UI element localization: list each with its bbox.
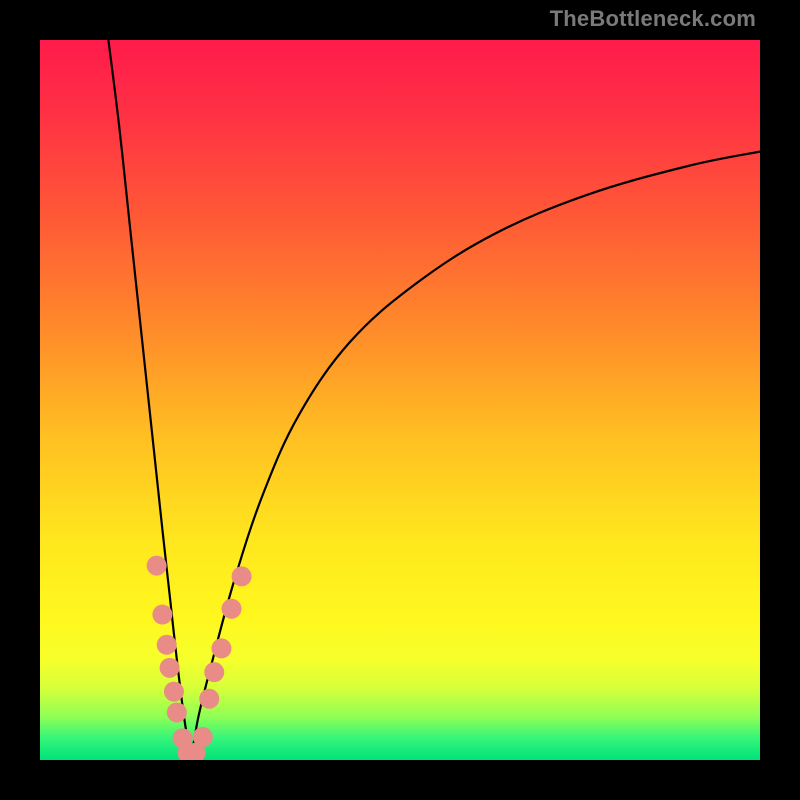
sample-point — [167, 702, 187, 722]
sample-point — [199, 689, 219, 709]
sample-point — [211, 638, 231, 658]
sample-point — [152, 605, 172, 625]
chart-frame: TheBottleneck.com — [0, 0, 800, 800]
curve-layer — [40, 40, 760, 760]
sample-point — [222, 599, 242, 619]
sample-markers — [147, 556, 252, 760]
right-branch-curve — [191, 152, 760, 760]
sample-point — [164, 682, 184, 702]
sample-point — [160, 658, 180, 678]
sample-point — [204, 662, 224, 682]
sample-point — [232, 566, 252, 586]
left-branch-curve — [108, 40, 191, 760]
sample-point — [157, 635, 177, 655]
plot-area — [40, 40, 760, 760]
sample-point — [147, 556, 167, 576]
watermark-text: TheBottleneck.com — [550, 6, 756, 32]
sample-point — [193, 727, 213, 747]
